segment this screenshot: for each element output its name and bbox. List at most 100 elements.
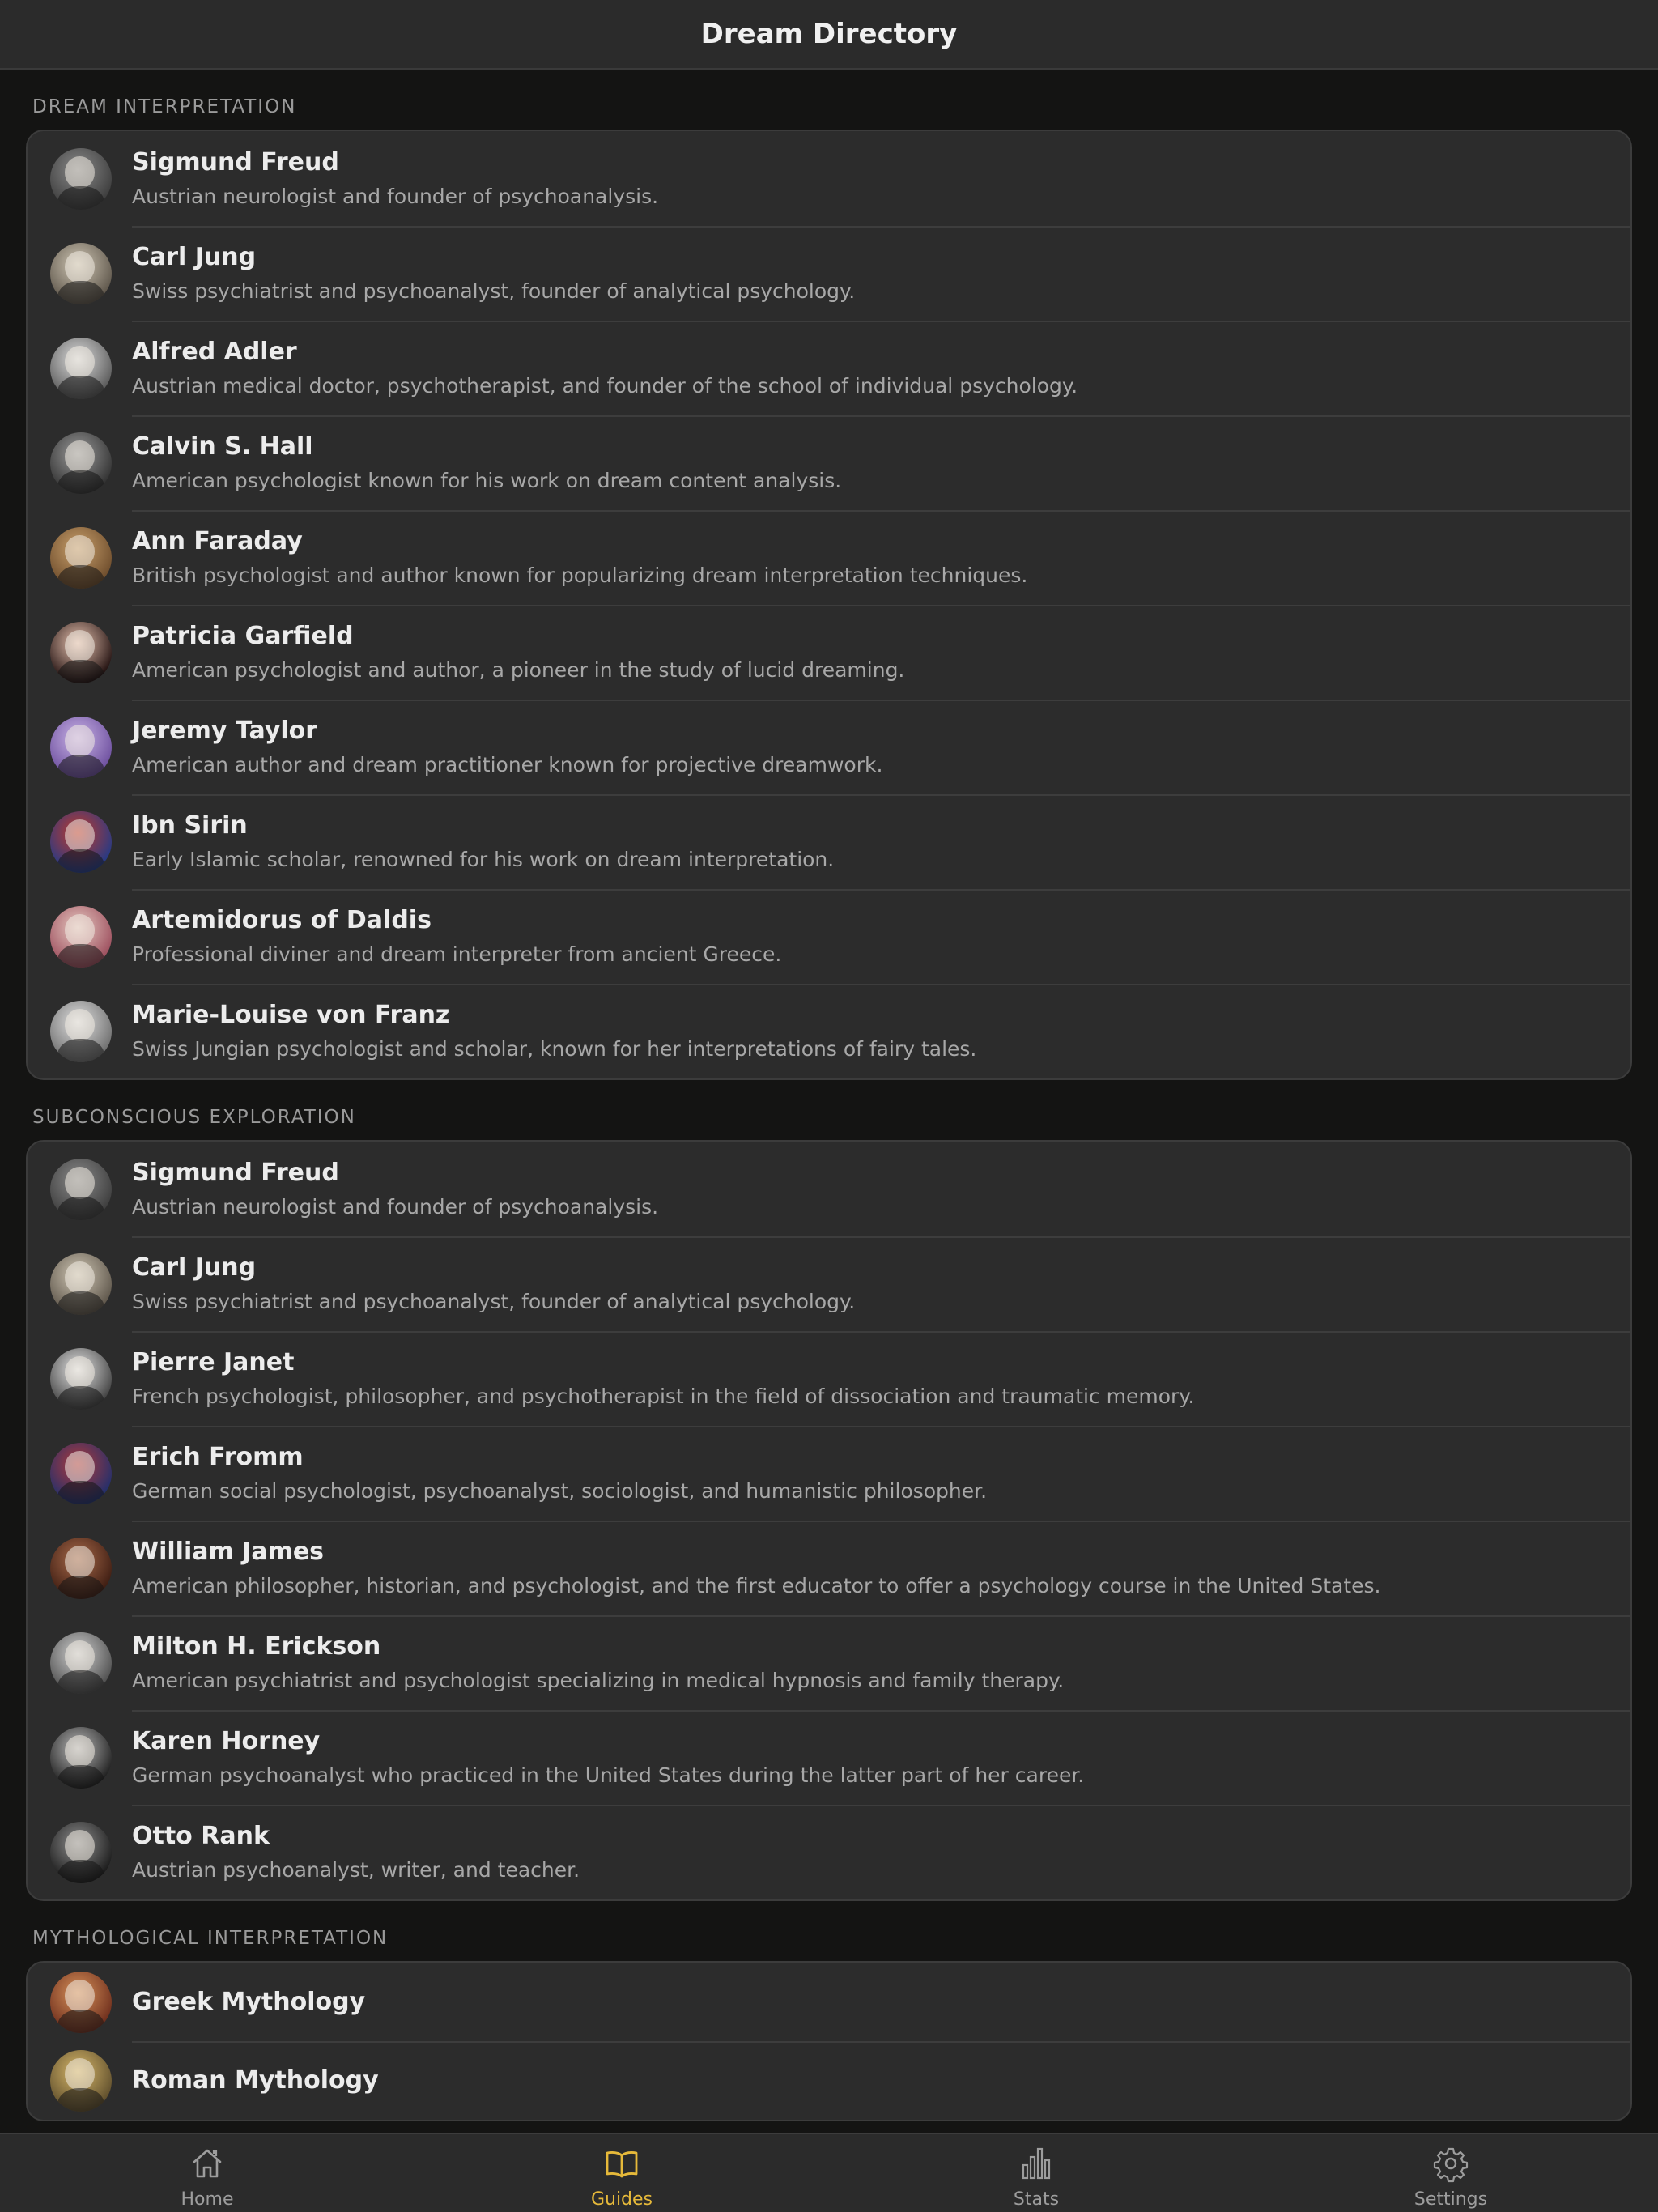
section-header-mythological-interpretation: MYTHOLOGICAL INTERPRETATION bbox=[32, 1928, 389, 1949]
list-item-text: Carl Jung Swiss psychiatrist and psychoan… bbox=[132, 241, 855, 306]
list-item-pierre-janet[interactable]: Pierre Janet French psychologist, philoso… bbox=[28, 1331, 1630, 1426]
list-item-text: Marie-Louise von Franz Swiss Jungian psyc… bbox=[132, 999, 976, 1064]
list-item-otto-rank[interactable]: Otto Rank Austrian psychoanalyst, writer,… bbox=[28, 1805, 1630, 1899]
avatar bbox=[50, 716, 112, 778]
list-item-text: Sigmund Freud Austrian neurologist and fo… bbox=[132, 147, 658, 211]
avatar-face bbox=[65, 440, 95, 473]
list-item-description: Early Islamic scholar, renowned for his … bbox=[132, 847, 835, 871]
avatar bbox=[50, 1821, 112, 1883]
avatar bbox=[50, 621, 112, 683]
list-item-william-james[interactable]: William James American philosopher, histo… bbox=[28, 1521, 1630, 1615]
avatar bbox=[50, 1158, 112, 1220]
list-item-description: Swiss Jungian psychologist and scholar, … bbox=[132, 1036, 977, 1061]
avatar bbox=[50, 1347, 112, 1410]
directory-list[interactable]: DREAM INTERPRETATION Sigmund Freud Austria… bbox=[0, 70, 1658, 2133]
avatar-face bbox=[65, 1356, 95, 1389]
list-item-patricia-garfield[interactable]: Patricia Garfield American psychologist a… bbox=[28, 605, 1630, 700]
list-item-name: Milton H. Erickson bbox=[132, 1631, 381, 1661]
home-icon bbox=[188, 2144, 227, 2186]
list-item-description: German psychoanalyst who practiced in th… bbox=[132, 1763, 1085, 1787]
list-item-carl-jung[interactable]: Carl Jung Swiss psychiatrist and psychoan… bbox=[28, 1236, 1630, 1331]
avatar-shoulders bbox=[57, 849, 104, 873]
list-item-description: Austrian medical doctor, psychotherapist… bbox=[132, 373, 1078, 398]
avatar-shoulders bbox=[57, 185, 104, 210]
list-item-erich-fromm[interactable]: Erich Fromm German social psychologist, p… bbox=[28, 1426, 1630, 1521]
section-header-subconscious-exploration: SUBCONSCIOUS EXPLORATION bbox=[32, 1107, 356, 1128]
tab-guides[interactable]: Guides bbox=[414, 2134, 829, 2212]
avatar bbox=[50, 337, 112, 399]
avatar-face bbox=[65, 1640, 95, 1673]
list-item-sigmund-freud[interactable]: Sigmund Freud Austrian neurologist and fo… bbox=[28, 1142, 1630, 1236]
list-item-name: Otto Rank bbox=[132, 1821, 270, 1850]
avatar bbox=[50, 905, 112, 968]
list-item-jeremy-taylor[interactable]: Jeremy Taylor American author and dream p… bbox=[28, 700, 1630, 794]
list-item-name: Jeremy Taylor bbox=[132, 716, 318, 745]
list-item-artemidorus-of-daldis[interactable]: Artemidorus of Daldis Professional divine… bbox=[28, 889, 1630, 984]
gear-icon bbox=[1431, 2144, 1470, 2186]
list-item-name: Carl Jung bbox=[132, 1253, 257, 1282]
list-item-text: Jeremy Taylor American author and dream p… bbox=[132, 715, 882, 780]
avatar bbox=[50, 1971, 112, 2033]
list-item-name: Sigmund Freud bbox=[132, 1158, 339, 1187]
list-item-name: Karen Horney bbox=[132, 1726, 321, 1755]
book-icon bbox=[602, 2144, 641, 2186]
tab-label: Home bbox=[181, 2189, 234, 2210]
list-item-ann-faraday[interactable]: Ann Faraday British psychologist and auth… bbox=[28, 510, 1630, 605]
list-item-text: Artemidorus of Daldis Professional divine… bbox=[132, 904, 781, 969]
list-item-text: Milton H. Erickson American psychiatrist … bbox=[132, 1631, 1064, 1695]
avatar-shoulders bbox=[57, 1038, 104, 1062]
list-item-carl-jung[interactable]: Carl Jung Swiss psychiatrist and psychoan… bbox=[28, 226, 1630, 321]
list-item-sigmund-freud[interactable]: Sigmund Freud Austrian neurologist and fo… bbox=[28, 131, 1630, 226]
list-item-text: Ann Faraday British psychologist and auth… bbox=[132, 525, 1027, 590]
avatar-shoulders bbox=[57, 754, 104, 778]
list-item-karen-horney[interactable]: Karen Horney German psychoanalyst who pra… bbox=[28, 1710, 1630, 1805]
avatar-face bbox=[65, 156, 95, 189]
list-item-name: Carl Jung bbox=[132, 242, 257, 271]
avatar bbox=[50, 1726, 112, 1789]
list-item-marie-louise-von-franz[interactable]: Marie-Louise von Franz Swiss Jungian psyc… bbox=[28, 984, 1630, 1078]
list-item-text: Otto Rank Austrian psychoanalyst, writer,… bbox=[132, 1820, 580, 1885]
tab-stats[interactable]: Stats bbox=[829, 2134, 1244, 2212]
tab-home[interactable]: Home bbox=[0, 2134, 414, 2212]
avatar bbox=[50, 242, 112, 304]
avatar-face bbox=[65, 1451, 95, 1483]
list-item-greek-mythology[interactable]: Greek Mythology bbox=[28, 1963, 1630, 2041]
list-item-text: Patricia Garfield American psychologist a… bbox=[132, 620, 904, 685]
avatar-shoulders bbox=[57, 659, 104, 683]
avatar-face bbox=[65, 251, 95, 283]
avatar-face bbox=[65, 1735, 95, 1767]
list-item-name: Sigmund Freud bbox=[132, 147, 339, 177]
list-item-description: Professional diviner and dream interpret… bbox=[132, 942, 782, 966]
list-item-calvin-s-hall[interactable]: Calvin S. Hall American psychologist know… bbox=[28, 415, 1630, 510]
list-item-name: Erich Fromm bbox=[132, 1442, 304, 1471]
list-item-milton-h-erickson[interactable]: Milton H. Erickson American psychiatrist … bbox=[28, 1615, 1630, 1710]
avatar-face bbox=[65, 1009, 95, 1041]
list-item-description: American author and dream practitioner k… bbox=[132, 752, 883, 776]
tab-bar: Home Guides Stats Settings bbox=[0, 2133, 1658, 2212]
list-item-description: French psychologist, philosopher, and ps… bbox=[132, 1384, 1195, 1408]
avatar-shoulders bbox=[57, 1859, 104, 1883]
avatar-shoulders bbox=[57, 280, 104, 304]
list-item-text: Karen Horney German psychoanalyst who pra… bbox=[132, 1725, 1084, 1790]
list-item-text: Roman Mythology bbox=[132, 2065, 379, 2097]
avatar-shoulders bbox=[57, 1764, 104, 1789]
list-item-alfred-adler[interactable]: Alfred Adler Austrian medical doctor, psy… bbox=[28, 321, 1630, 415]
avatar bbox=[50, 1631, 112, 1694]
list-item-text: Carl Jung Swiss psychiatrist and psychoan… bbox=[132, 1252, 855, 1317]
page-title: Dream Directory bbox=[700, 18, 958, 50]
list-item-name: Alfred Adler bbox=[132, 337, 297, 366]
avatar-face bbox=[65, 1261, 95, 1294]
list-item-name: Pierre Janet bbox=[132, 1347, 295, 1376]
tab-settings[interactable]: Settings bbox=[1244, 2134, 1658, 2212]
list-item-roman-mythology[interactable]: Roman Mythology bbox=[28, 2041, 1630, 2120]
list-item-ibn-sirin[interactable]: Ibn Sirin Early Islamic scholar, renowned… bbox=[28, 794, 1630, 889]
list-item-text: Calvin S. Hall American psychologist know… bbox=[132, 431, 841, 496]
avatar-shoulders bbox=[57, 564, 104, 589]
list-item-description: German social psychologist, psychoanalys… bbox=[132, 1478, 988, 1503]
avatar bbox=[50, 1537, 112, 1599]
list-item-text: William James American philosopher, histo… bbox=[132, 1536, 1381, 1601]
list-item-text: Erich Fromm German social psychologist, p… bbox=[132, 1441, 987, 1506]
avatar-shoulders bbox=[57, 1385, 104, 1410]
list-item-name: Greek Mythology bbox=[132, 1987, 366, 2016]
app: Dream Directory DREAM INTERPRETATION Sigm… bbox=[0, 0, 1658, 2212]
